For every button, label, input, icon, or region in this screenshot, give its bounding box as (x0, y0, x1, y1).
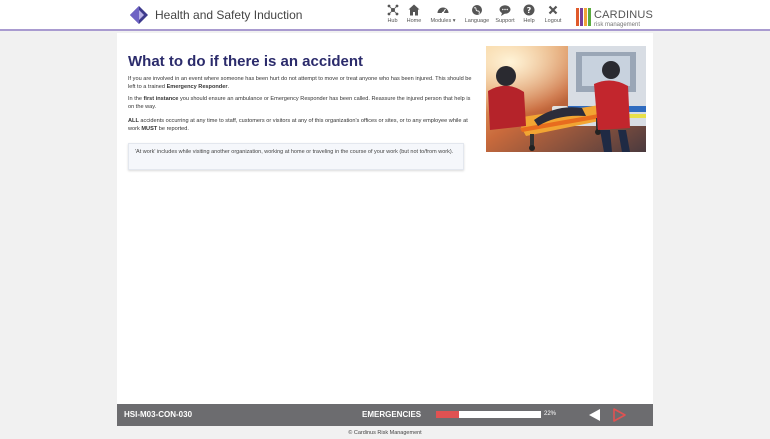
copyright-text: © Cardinus Risk Management (348, 430, 422, 436)
nav-logout-label: Logout (544, 18, 562, 24)
modules-icon (424, 3, 462, 17)
nav-support-button[interactable]: Support (492, 3, 518, 24)
progress-fill (436, 411, 460, 418)
nav-modules-label: Modules ▾ (430, 18, 456, 24)
nav-home-label: Home (406, 18, 422, 24)
nav-logout-button[interactable]: Logout (540, 3, 566, 24)
nav-support-label: Support (495, 18, 515, 24)
nav-language-label: Language (464, 18, 490, 24)
top-nav: Hub Home Modules ▾ Language Support ? He… (381, 3, 566, 24)
progress-bar (436, 411, 541, 418)
screen-id: HSI-M03-CON-030 (124, 410, 193, 419)
company-subtitle: risk management (594, 22, 641, 28)
top-bar: Health and Safety Induction Hub Home Mod… (0, 0, 770, 31)
close-icon (540, 3, 566, 17)
company-name: CARDINUS (594, 9, 654, 21)
next-button[interactable] (611, 407, 627, 423)
nav-hub-label: Hub (387, 18, 398, 24)
globe-icon (462, 3, 492, 17)
company-logo: CARDINUS risk management (576, 6, 653, 28)
company-logo-icon (576, 8, 592, 26)
paragraph-1: If you are involved in an event where so… (128, 75, 473, 91)
paragraph-1-bold: Emergency Responder (166, 84, 228, 90)
paragraph-2-pre: In the (128, 96, 144, 102)
nav-modules-dropdown[interactable]: Modules ▾ (424, 3, 462, 24)
note-text: 'At work' includes while visiting anothe… (135, 149, 454, 155)
chat-icon (492, 3, 518, 17)
footer-bar: HSI-M03-CON-030 EMERGENCIES 22% (117, 404, 653, 426)
content-panel: What to do if there is an accident If yo… (117, 33, 653, 404)
arrow-left-icon (587, 409, 603, 427)
hub-icon (381, 3, 404, 17)
paragraph-1-end: . (227, 84, 230, 90)
paragraph-2-bold: first instance (143, 96, 179, 102)
paragraph-3-bold-must: MUST (141, 126, 158, 132)
brand: Health and Safety Induction (129, 5, 302, 25)
nav-hub-button[interactable]: Hub (381, 3, 404, 24)
svg-text:?: ? (527, 6, 532, 15)
section-name: EMERGENCIES (362, 410, 422, 419)
nav-help-button[interactable]: ? Help (518, 3, 540, 24)
paragraph-3-post: be reported. (157, 126, 189, 132)
home-icon (404, 3, 424, 17)
previous-button[interactable] (587, 407, 603, 423)
page-title: What to do if there is an accident (128, 53, 364, 70)
arrow-right-icon (611, 408, 627, 427)
paragraph-3: ALL accidents occurring at any time to s… (128, 117, 473, 133)
course-title: Health and Safety Induction (155, 8, 303, 22)
nav-help-label: Help (523, 18, 535, 24)
nav-home-button[interactable]: Home (404, 3, 424, 24)
note-box: 'At work' includes while visiting anothe… (128, 143, 464, 170)
ambulance-photo (486, 46, 646, 152)
paragraph-3-bold-all: ALL (128, 118, 139, 124)
paragraph-2-post: you should ensure an ambulance or Emerge… (128, 96, 471, 110)
progress-percent: 22% (544, 411, 557, 417)
paragraph-2: In the first instance you should ensure … (128, 95, 473, 111)
course-logo-icon (129, 5, 149, 25)
nav-language-button[interactable]: Language (462, 3, 492, 24)
help-icon: ? (518, 3, 540, 17)
